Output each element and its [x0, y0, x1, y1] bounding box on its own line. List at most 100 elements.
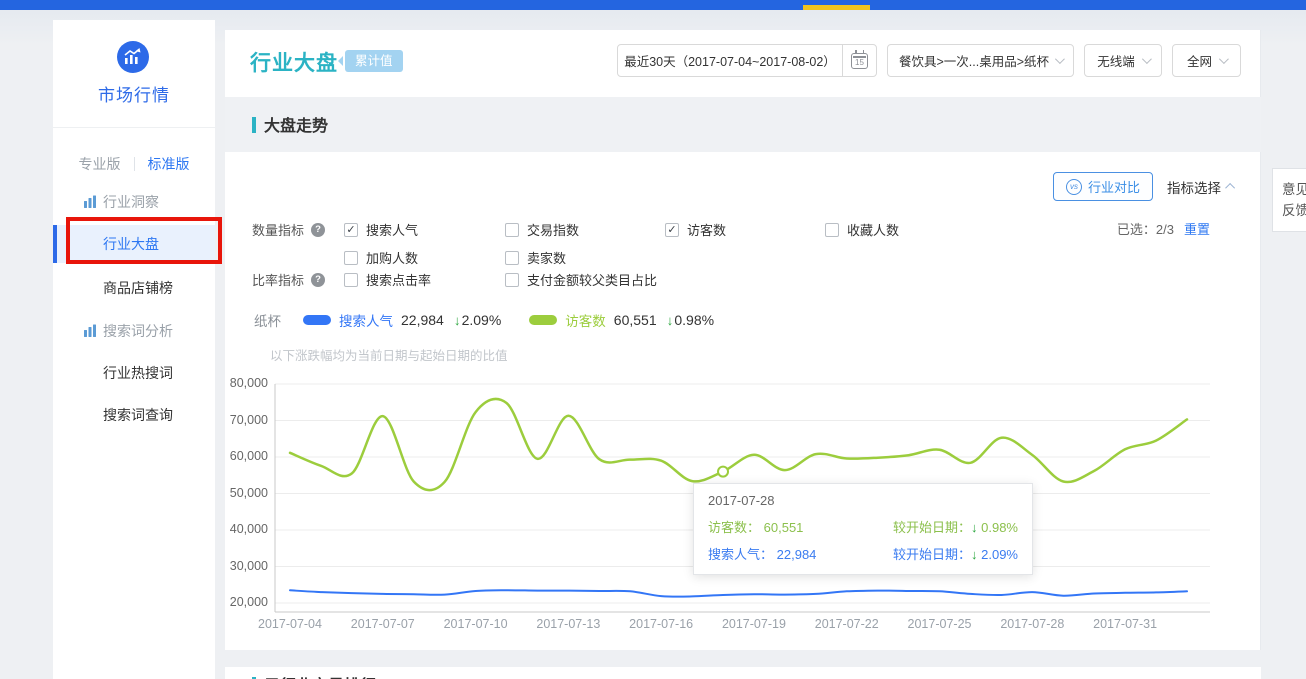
date-range-picker[interactable]: 最近30天（2017-07-04~2017-08-02） 15 — [617, 44, 877, 77]
selection-info-row: 已选：2/3 重置 — [1117, 219, 1210, 238]
category-selector[interactable]: 餐饮具>一次...桌用品>纸杯 — [887, 44, 1074, 77]
legend-item-搜索人气[interactable]: 搜索人气 22,984 ↓2.09% — [303, 310, 501, 330]
y-axis-tick: 60,000 — [224, 449, 268, 463]
chart-toolbar: vs 行业对比 指标选择 — [1053, 172, 1235, 201]
checkbox-box[interactable]: ✓ — [665, 223, 679, 237]
legend-label: 搜索人气 — [339, 310, 393, 330]
trend-card: vs 行业对比 指标选择 已选：2/3 重置 数量指标 ? 比率指标 ? ✓搜索… — [225, 152, 1261, 650]
down-arrow-icon: ↓ — [971, 547, 978, 562]
sidebar-item-label: 搜索词查询 — [103, 407, 173, 423]
down-arrow-icon: ↓ — [454, 313, 461, 328]
x-axis-tick: 2017-07-13 — [528, 617, 608, 631]
sidebar-item-label: 行业洞察 — [103, 194, 159, 210]
chevron-down-icon — [1219, 54, 1229, 64]
vs-icon: vs — [1066, 179, 1082, 195]
legend-swatch — [529, 315, 557, 325]
checkbox-加购人数[interactable]: 加购人数 — [344, 248, 418, 267]
checkbox-box[interactable] — [505, 273, 519, 287]
series-line-访客数[interactable] — [290, 399, 1187, 490]
chevron-down-icon — [1142, 54, 1152, 64]
sidebar-item-6[interactable]: 搜索词查询 — [57, 396, 215, 434]
legend-value: 22,984 — [401, 312, 444, 328]
checkbox-label: 收藏人数 — [847, 220, 899, 239]
help-icon[interactable]: ? — [311, 273, 325, 287]
section-band: 大盘走势 — [225, 97, 1261, 152]
industry-compare-button[interactable]: vs 行业对比 — [1053, 172, 1153, 201]
x-axis-tick: 2017-07-07 — [343, 617, 423, 631]
tooltip-row-visitors: 访客数： 60,551 较开始日期：↓ 0.98% — [708, 517, 1018, 536]
chevron-up-icon — [1225, 183, 1235, 193]
scope-selector[interactable]: 全网 — [1172, 44, 1241, 77]
reset-link[interactable]: 重置 — [1184, 219, 1210, 238]
checkbox-box[interactable] — [344, 273, 358, 287]
y-axis-tick: 20,000 — [224, 595, 268, 609]
sidebar-item-label: 搜索词分析 — [103, 323, 173, 339]
checkbox-支付金额较父类目占比[interactable]: 支付金额较父类目占比 — [505, 270, 657, 289]
calendar-button[interactable]: 15 — [842, 45, 876, 76]
down-arrow-icon: ↓ — [971, 520, 978, 535]
bar-chart-icon — [83, 324, 97, 337]
y-axis-tick: 70,000 — [224, 413, 268, 427]
chart-note: 以下涨跌幅均为当前日期与起始日期的比值 — [270, 345, 508, 364]
active-tab-indicator — [803, 5, 870, 10]
page-header: 行业大盘 累计值 最近30天（2017-07-04~2017-08-02） 15… — [225, 30, 1261, 97]
ratio-indicator-label: 比率指标 ? — [252, 270, 325, 289]
sidebar-item-label: 行业热搜词 — [103, 365, 173, 381]
sidebar-item-1: 行业洞察 — [57, 183, 215, 221]
trend-chart[interactable]: 2017-07-28 访客数： 60,551 较开始日期：↓ 0.98% 搜索人… — [230, 370, 1242, 638]
selected-count: 已选：2/3 — [1117, 219, 1174, 238]
checkbox-label: 卖家数 — [527, 248, 566, 267]
sidebar-item-3[interactable]: 商品店铺榜 — [57, 269, 215, 307]
legend-change: 2.09% — [462, 312, 502, 328]
terminal-selector[interactable]: 无线端 — [1084, 44, 1162, 77]
chevron-down-icon — [1055, 54, 1065, 64]
legend-value: 60,551 — [614, 312, 657, 328]
chart-tooltip: 2017-07-28 访客数： 60,551 较开始日期：↓ 0.98% 搜索人… — [693, 483, 1033, 575]
x-axis-tick: 2017-07-25 — [900, 617, 980, 631]
sidebar-item-2[interactable]: 行业大盘 — [57, 225, 215, 263]
checkbox-box[interactable] — [344, 251, 358, 265]
checkbox-label: 交易指数 — [527, 220, 579, 239]
x-axis-tick: 2017-07-10 — [436, 617, 516, 631]
help-icon[interactable]: ? — [311, 223, 325, 237]
checkbox-box[interactable] — [505, 251, 519, 265]
checkbox-访客数[interactable]: ✓ 访客数 — [665, 220, 726, 239]
x-axis-tick: 2017-07-22 — [807, 617, 887, 631]
checkbox-交易指数[interactable]: 交易指数 — [505, 220, 579, 239]
checkbox-搜索点击率[interactable]: 搜索点击率 — [344, 270, 431, 289]
chart-legend: 纸杯 搜索人气22,984↓2.09%访客数60,551↓0.98% — [254, 310, 742, 330]
section-marker — [252, 117, 256, 133]
date-range-text: 最近30天（2017-07-04~2017-08-02） — [618, 51, 842, 70]
feedback-button[interactable]: 意见 反馈 — [1272, 168, 1306, 232]
sidebar-item-4: 搜索词分析 — [57, 312, 215, 350]
checkbox-收藏人数[interactable]: 收藏人数 — [825, 220, 899, 239]
scope-text: 全网 — [1187, 51, 1212, 70]
checkbox-label: 搜索点击率 — [366, 270, 431, 289]
page-title: 行业大盘 — [250, 47, 338, 77]
x-axis-tick: 2017-07-16 — [621, 617, 701, 631]
legend-change: 0.98% — [674, 312, 714, 328]
checkbox-卖家数[interactable]: 卖家数 — [505, 248, 566, 267]
legend-item-访客数[interactable]: 访客数 60,551 ↓0.98% — [529, 310, 714, 330]
sidebar-item-label: 商品店铺榜 — [103, 280, 173, 296]
sidebar-item-label: 行业大盘 — [103, 236, 159, 252]
sidebar-item-5[interactable]: 行业热搜词 — [57, 354, 215, 392]
legend-series: 搜索人气22,984↓2.09%访客数60,551↓0.98% — [303, 310, 742, 330]
checkbox-label: 访客数 — [687, 220, 726, 239]
bar-chart-icon — [83, 195, 97, 208]
legend-label: 访客数 — [565, 310, 606, 330]
y-axis-tick: 50,000 — [224, 486, 268, 500]
checkbox-搜索人气[interactable]: ✓搜索人气 — [344, 220, 418, 239]
checkbox-label: 支付金额较父类目占比 — [527, 270, 657, 289]
checkbox-box[interactable] — [505, 223, 519, 237]
page: 市场行情 专业版 标准版 行业洞察行业大盘商品店铺榜搜索词分析行业热搜词搜索词查… — [0, 0, 1306, 679]
indicator-select-toggle[interactable]: 指标选择 — [1167, 177, 1235, 197]
series-line-搜索人气[interactable] — [290, 590, 1187, 596]
checkbox-box[interactable] — [825, 223, 839, 237]
next-section-card: 子行业交易排行 — [225, 667, 1261, 679]
y-axis-tick: 40,000 — [224, 522, 268, 536]
hover-point-marker — [718, 467, 728, 477]
y-axis-tick: 80,000 — [224, 376, 268, 390]
down-arrow-icon: ↓ — [667, 313, 674, 328]
checkbox-box[interactable]: ✓ — [344, 223, 358, 237]
